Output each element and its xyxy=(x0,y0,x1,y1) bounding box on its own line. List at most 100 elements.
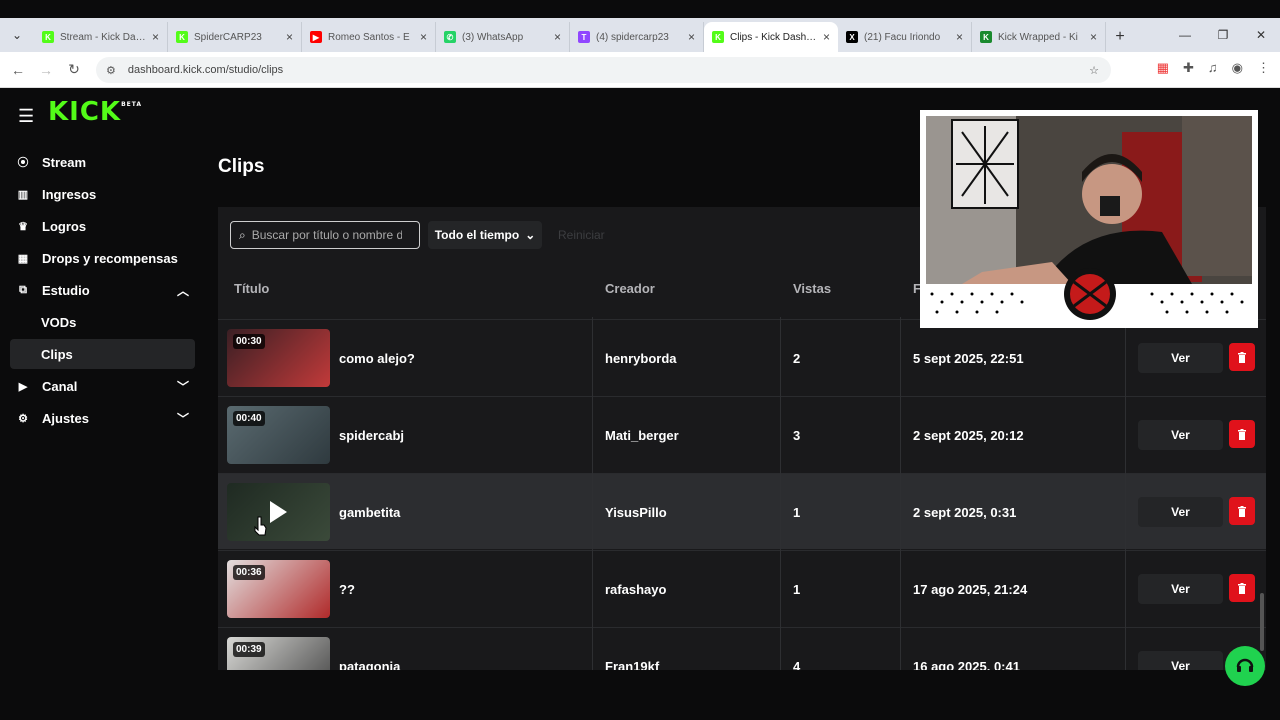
clip-thumbnail[interactable]: 00:30 xyxy=(227,329,330,387)
broadcast-icon: ⦿ xyxy=(17,157,29,169)
browser-tab-bar: ⌄ K Stream - Kick Dashboard × K SpiderCARP23… xyxy=(0,18,1280,52)
minimize-button[interactable]: — xyxy=(1166,28,1204,42)
sidebar-item-label: Ingresos xyxy=(42,186,97,202)
browser-tab[interactable]: K Clips - Kick Dashboard × xyxy=(704,22,838,52)
column-divider xyxy=(592,317,593,670)
clip-title: ?? xyxy=(339,581,355,597)
sidebar-item-estudio[interactable]: ⧉ Estudio ︿ xyxy=(10,275,195,305)
top-strip xyxy=(0,0,1280,18)
sidebar-item-logros[interactable]: ♛ Logros xyxy=(10,211,195,241)
studio-icon: ⧉ xyxy=(19,283,27,296)
sidebar-item-clips[interactable]: Clips xyxy=(10,339,195,369)
clip-row[interactable]: 00:30 como alejo? henryborda 2 5 sept 2025, … xyxy=(218,319,1266,395)
address-bar[interactable]: ⚙ dashboard.kick.com/studio/clips ☆ xyxy=(96,57,1111,83)
close-tab-icon[interactable]: × xyxy=(286,30,293,44)
back-button[interactable]: ← xyxy=(4,62,32,78)
headset-icon xyxy=(1236,658,1254,672)
browser-tab[interactable]: X (21) Facu Iriondo × xyxy=(838,22,972,52)
browser-tab[interactable]: ✆ (3) WhatsApp × xyxy=(436,22,570,52)
new-tab-button[interactable]: + xyxy=(1106,22,1134,52)
forward-button[interactable]: → xyxy=(32,62,60,78)
clip-thumbnail[interactable]: 00:40 xyxy=(227,406,330,464)
reset-button[interactable]: Reiniciar xyxy=(558,228,605,242)
clip-thumbnail[interactable]: 00:39 xyxy=(227,637,330,670)
sidebar-item-canal[interactable]: ▶ Canal ﹀ xyxy=(10,371,195,401)
sidebar-item-label: VODs xyxy=(41,314,77,330)
browser-tab[interactable]: K Kick Wrapped - Ki × xyxy=(972,22,1106,52)
tab-title: (4) spidercarp23 xyxy=(596,31,669,43)
filter-label: Todo el tiempo xyxy=(434,228,520,242)
kick-logo[interactable]: KICKBETA xyxy=(48,97,142,127)
hamburger-menu-icon[interactable]: ☰ xyxy=(18,106,34,127)
sidebar-item-vods[interactable]: VODs xyxy=(10,307,195,337)
tab-search-button[interactable]: ⌄ xyxy=(0,18,34,52)
time-filter-dropdown[interactable]: Todo el tiempo ⌄ xyxy=(428,221,542,249)
chevron-down-icon: ⌄ xyxy=(525,228,536,242)
column-header-views[interactable]: Vistas xyxy=(793,281,831,296)
delete-clip-button[interactable] xyxy=(1229,420,1255,448)
sidebar-item-ingresos[interactable]: ▥ Ingresos xyxy=(10,179,195,209)
page-title: Clips xyxy=(218,156,265,177)
gear-icon: ⚙ xyxy=(18,412,28,425)
mouse-cursor-icon xyxy=(254,516,267,536)
close-tab-icon[interactable]: × xyxy=(688,30,695,44)
clip-views: 4 xyxy=(793,658,801,671)
logo-badge: BETA xyxy=(121,101,143,108)
chevron-up-icon: ︿ xyxy=(176,283,189,298)
close-tab-icon[interactable]: × xyxy=(823,30,830,44)
tab-favicon-icon: K xyxy=(712,31,724,43)
bookmark-star-icon[interactable]: ☆ xyxy=(1089,64,1099,77)
profile-icon[interactable]: ◉ xyxy=(1232,60,1243,76)
browser-tab[interactable]: K SpiderCARP23 × xyxy=(168,22,302,52)
clip-row[interactable]: 00:36?? rafashayo 1 17 ago 2025, 21:24 Ver xyxy=(218,550,1266,626)
view-clip-button[interactable]: Ver xyxy=(1138,497,1223,527)
media-control-icon[interactable]: ♫ xyxy=(1208,60,1218,76)
trash-icon xyxy=(1238,351,1246,363)
delete-clip-button[interactable] xyxy=(1229,497,1255,525)
reload-button[interactable]: ↻ xyxy=(60,61,88,78)
close-tab-icon[interactable]: × xyxy=(1090,30,1097,44)
clip-row[interactable]: 00:39 patagonia Fran19kf 4 16 ago 2025, 0:41… xyxy=(218,627,1266,670)
view-clip-button[interactable]: Ver xyxy=(1138,420,1223,450)
site-info-icon[interactable]: ⚙ xyxy=(106,64,116,77)
browser-tab[interactable]: K Stream - Kick Dashboard × xyxy=(34,22,168,52)
view-clip-button[interactable]: Ver xyxy=(1138,574,1223,604)
delete-clip-button[interactable] xyxy=(1229,574,1255,602)
support-chat-button[interactable] xyxy=(1225,646,1265,686)
extension-icon[interactable]: ▦ xyxy=(1157,60,1169,76)
logo-text: KICK xyxy=(48,97,122,127)
view-clip-button[interactable]: Ver xyxy=(1138,651,1223,670)
search-input[interactable]: ⌕ Buscar por título o nombre de xyxy=(230,221,420,249)
column-header-title[interactable]: Título xyxy=(234,281,269,296)
sidebar-item-drops[interactable]: ▦ Drops y recompensas xyxy=(10,243,195,273)
sidebar-item-label: Estudio xyxy=(42,282,90,298)
close-tab-icon[interactable]: × xyxy=(152,30,159,44)
clip-row[interactable]: 00:40 spidercabj Mati_berger 3 2 sept 2025, … xyxy=(218,396,1266,472)
play-icon[interactable] xyxy=(270,501,287,523)
clip-creator: Fran19kf xyxy=(605,658,660,671)
close-tab-icon[interactable]: × xyxy=(956,30,963,44)
tab-title: Kick Wrapped - Ki xyxy=(998,31,1078,43)
browser-toolbar: ← → ↻ ⚙ dashboard.kick.com/studio/clips … xyxy=(0,52,1280,88)
browser-tab[interactable]: ▶ Romeo Santos - E × xyxy=(302,22,436,52)
column-divider xyxy=(1125,317,1126,670)
sidebar-item-ajustes[interactable]: ⚙ Ajustes ﹀ xyxy=(10,403,195,433)
maximize-button[interactable]: ❐ xyxy=(1204,28,1242,42)
menu-kebab-icon[interactable]: ⋮ xyxy=(1257,60,1270,76)
clip-date: 5 sept 2025, 22:51 xyxy=(913,350,1024,366)
close-tab-icon[interactable]: × xyxy=(420,30,427,44)
clip-row[interactable]: gambetita YisusPillo 1 2 sept 2025, 0:31 Ver xyxy=(218,473,1266,549)
close-tab-icon[interactable]: × xyxy=(554,30,561,44)
delete-clip-button[interactable] xyxy=(1229,343,1255,371)
trash-icon xyxy=(1238,582,1246,594)
clip-thumbnail[interactable]: 00:36 xyxy=(227,560,330,618)
scrollbar[interactable] xyxy=(1260,593,1264,651)
puzzle-icon[interactable]: ✚ xyxy=(1183,60,1194,76)
browser-tab[interactable]: T (4) spidercarp23 × xyxy=(570,22,704,52)
view-clip-button[interactable]: Ver xyxy=(1138,343,1223,373)
close-window-button[interactable]: ✕ xyxy=(1242,28,1280,42)
column-header-creator[interactable]: Creador xyxy=(605,281,655,296)
sidebar-item-stream[interactable]: ⦿ Stream xyxy=(10,147,195,177)
clip-thumbnail[interactable] xyxy=(227,483,330,541)
clip-date: 17 ago 2025, 21:24 xyxy=(913,581,1028,597)
